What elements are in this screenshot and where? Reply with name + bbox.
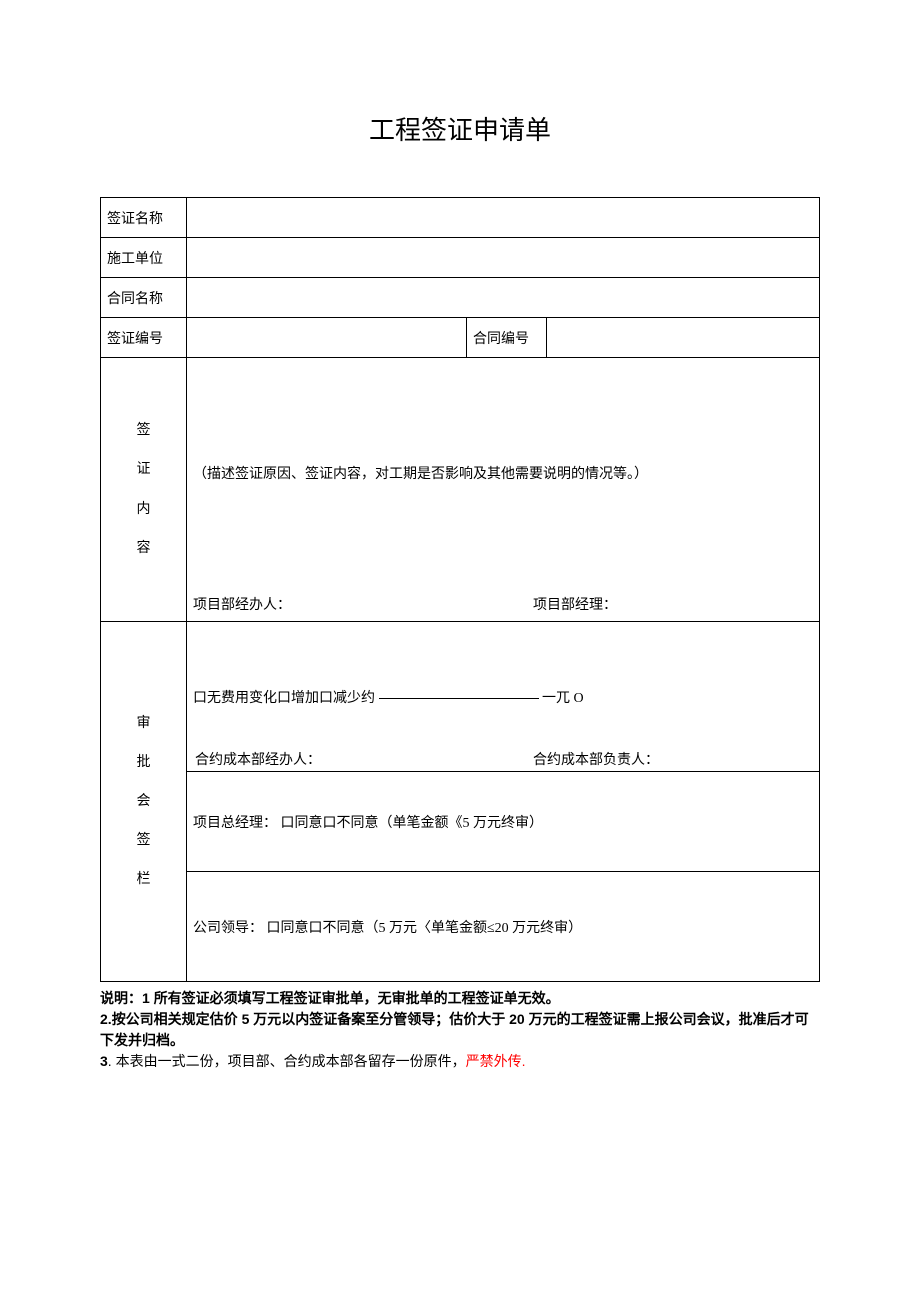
visa-content-signers: 项目部经办人： 项目部经理： — [187, 588, 820, 622]
label-approval-column: 审 批 会 签 栏 — [101, 622, 187, 982]
approval-company-leader-section[interactable]: 公司领导： 口同意口不同意（5 万元〈单笔金额≤20 万元终审） — [187, 872, 820, 982]
label-cost-leader: 合约成本部负责人： — [473, 749, 811, 769]
field-visa-content[interactable]: （描述签证原因、签证内容，对工期是否影响及其他需要说明的情况等。） — [187, 358, 820, 588]
note-3-red: 严禁外传. — [466, 1053, 526, 1069]
label-contract-number: 合同编号 — [467, 318, 547, 358]
notes-section: 说明：1 所有签证必须填写工程签证审批单，无审批单的工程签证单无效。 2.按公司… — [100, 988, 820, 1072]
label-cost-handler: 合约成本部经办人： — [195, 749, 473, 769]
company-leader-line: 公司领导： 口同意口不同意（5 万元〈单笔金额≤20 万元终审） — [193, 921, 582, 936]
label-visa-content-c2: 内 — [107, 490, 180, 529]
cost-change-amount-blank[interactable] — [379, 698, 539, 699]
field-contract-number[interactable] — [547, 318, 820, 358]
note-1: 说明：1 所有签证必须填写工程签证审批单，无审批单的工程签证单无效。 — [100, 988, 820, 1009]
note-1-text: 所有签证必须填写工程签证审批单，无审批单的工程签证单无效。 — [154, 990, 560, 1006]
label-project-handler: 项目部经办人： — [193, 594, 473, 614]
field-contractor[interactable] — [187, 238, 820, 278]
note-prefix: 说明： — [100, 990, 142, 1006]
field-visa-name[interactable] — [187, 198, 820, 238]
label-contractor: 施工单位 — [101, 238, 187, 278]
label-approval-c3: 签 — [107, 821, 180, 860]
cost-change-suffix: 一兀 O — [542, 691, 584, 706]
label-approval-c2: 会 — [107, 782, 180, 821]
label-approval-c0: 审 — [107, 704, 180, 743]
note-2: 2.按公司相关规定估价 5 万元以内签证备案至分管领导；估价大于 20 万元的工… — [100, 1009, 820, 1051]
note-2-num: 2. — [100, 1011, 112, 1027]
field-visa-number[interactable] — [187, 318, 467, 358]
label-visa-name: 签证名称 — [101, 198, 187, 238]
label-approval-c4: 栏 — [107, 860, 180, 899]
approval-cost-section[interactable]: 口无费用变化口增加口减少约 一兀 O 合约成本部经办人： 合约成本部负责人： — [187, 622, 820, 772]
page-title: 工程签证申请单 — [100, 110, 820, 147]
label-contract-name: 合同名称 — [101, 278, 187, 318]
note-1-num: 1 — [142, 990, 154, 1006]
pm-total-line: 项目总经理： 口同意口不同意（单笔金额《5 万元终审） — [193, 816, 543, 831]
label-approval-c1: 批 — [107, 743, 180, 782]
application-form-table: 签证名称 施工单位 合同名称 签证编号 合同编号 签 证 内 容 （描述签证原因… — [100, 197, 820, 982]
label-visa-content: 签 证 内 容 — [101, 358, 187, 622]
note-3: 3. 本表由一式二份，项目部、合约成本部各留存一份原件，严禁外传. — [100, 1051, 820, 1072]
note-3-text-a: . 本表由一式二份，项目部、合约成本部各留存一份原件， — [108, 1053, 466, 1069]
label-visa-content-c1: 证 — [107, 450, 180, 489]
label-visa-content-c0: 签 — [107, 411, 180, 450]
note-3-num: 3 — [100, 1053, 108, 1069]
field-contract-name[interactable] — [187, 278, 820, 318]
label-project-manager: 项目部经理： — [473, 594, 813, 614]
note-2-text: 按公司相关规定估价 5 万元以内签证备案至分管领导；估价大于 20 万元的工程签… — [100, 1011, 809, 1048]
approval-pm-section[interactable]: 项目总经理： 口同意口不同意（单笔金额《5 万元终审） — [187, 772, 820, 872]
label-visa-number: 签证编号 — [101, 318, 187, 358]
label-visa-content-c3: 容 — [107, 529, 180, 568]
visa-content-hint: （描述签证原因、签证内容，对工期是否影响及其他需要说明的情况等。） — [193, 467, 648, 482]
cost-change-prefix: 口无费用变化口增加口减少约 — [193, 691, 375, 706]
